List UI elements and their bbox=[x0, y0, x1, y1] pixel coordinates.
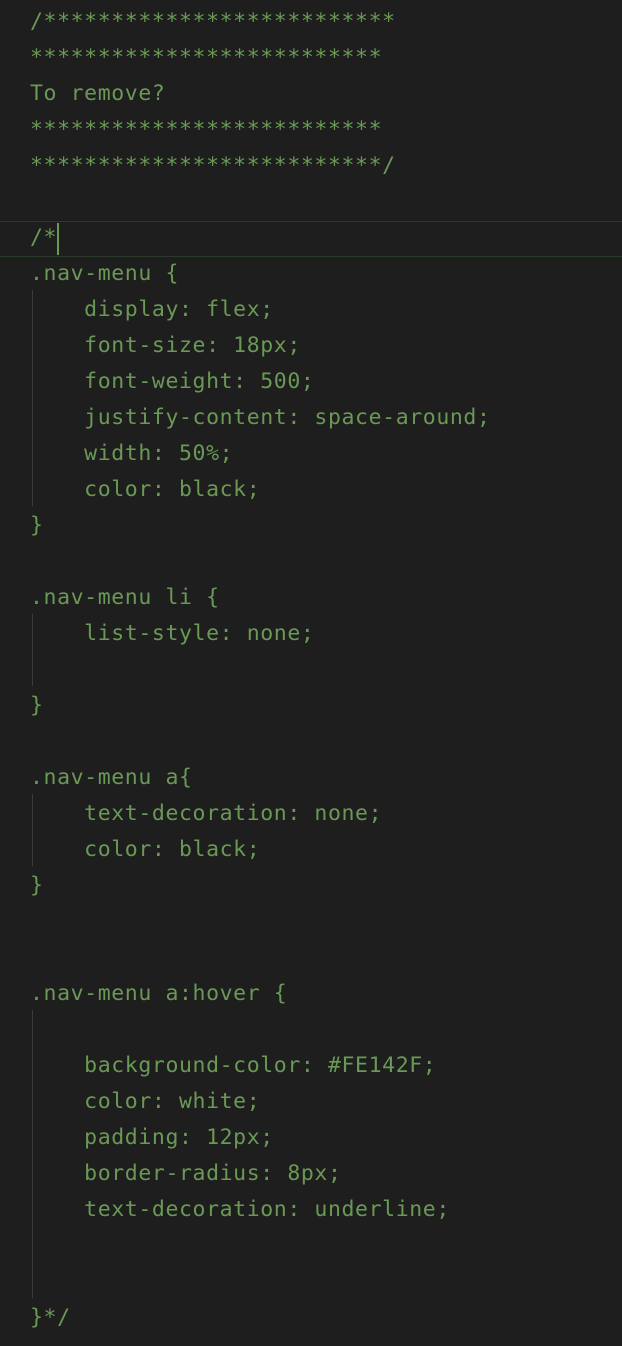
code-line-22[interactable]: .nav-menu a{ bbox=[30, 760, 193, 796]
code-line-34[interactable]: text-decoration: underline; bbox=[30, 1192, 450, 1228]
code-line-17[interactable]: .nav-menu li { bbox=[30, 580, 220, 616]
code-line-9[interactable]: display: flex; bbox=[30, 292, 274, 328]
code-line-15[interactable]: } bbox=[30, 508, 44, 544]
code-line-8[interactable]: .nav-menu { bbox=[30, 256, 179, 292]
code-line-37[interactable]: }*/ bbox=[30, 1300, 71, 1336]
code-line-2[interactable]: ************************** bbox=[30, 40, 382, 76]
code-line-18[interactable]: list-style: none; bbox=[30, 616, 314, 652]
code-line-24[interactable]: color: black; bbox=[30, 832, 260, 868]
code-line-25[interactable]: } bbox=[30, 868, 44, 904]
code-line-12[interactable]: justify-content: space-around; bbox=[30, 400, 491, 436]
code-line-3[interactable]: To remove? bbox=[30, 76, 165, 112]
code-line-4[interactable]: ************************** bbox=[30, 112, 382, 148]
code-line-31[interactable]: color: white; bbox=[30, 1084, 260, 1120]
code-line-11[interactable]: font-weight: 500; bbox=[30, 364, 314, 400]
code-line-5[interactable]: **************************/ bbox=[30, 148, 396, 184]
current-line-highlight bbox=[0, 221, 622, 257]
code-editor[interactable]: /************************** ************… bbox=[0, 0, 622, 1346]
text-cursor bbox=[57, 223, 59, 255]
code-line-13[interactable]: width: 50%; bbox=[30, 436, 233, 472]
code-line-10[interactable]: font-size: 18px; bbox=[30, 328, 301, 364]
code-line-33[interactable]: border-radius: 8px; bbox=[30, 1156, 342, 1192]
code-line-32[interactable]: padding: 12px; bbox=[30, 1120, 274, 1156]
code-line-14[interactable]: color: black; bbox=[30, 472, 260, 508]
code-line-28[interactable]: .nav-menu a:hover { bbox=[30, 976, 287, 1012]
code-line-1[interactable]: /************************** bbox=[30, 4, 396, 40]
code-line-23[interactable]: text-decoration: none; bbox=[30, 796, 382, 832]
code-line-30[interactable]: background-color: #FE142F; bbox=[30, 1048, 436, 1084]
code-line-7[interactable]: /* bbox=[30, 220, 57, 256]
code-line-20[interactable]: } bbox=[30, 688, 44, 724]
